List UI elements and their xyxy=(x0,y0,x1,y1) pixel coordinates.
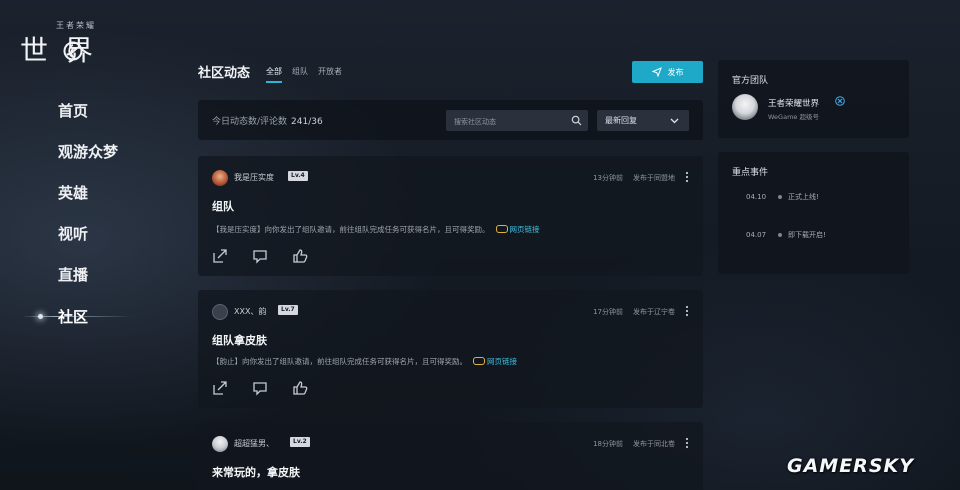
post-body-text: 【韵止】向你发出了组队邀请，前往组队完成任务可获得名片，且可得奖励。 xyxy=(212,357,467,366)
chevron-down-icon xyxy=(670,118,679,123)
post-source: 发布于同盟地 xyxy=(633,174,675,182)
post-time: 17分钟前 xyxy=(593,308,623,316)
logo: 王者荣耀 世 界 xyxy=(20,20,136,72)
level-badge: Lv.7 xyxy=(278,305,298,315)
search-icon[interactable] xyxy=(571,115,582,126)
key-events-panel: 重点事件 04.10 正式上线! 04.07 即下载开启! xyxy=(718,152,909,274)
official-team-panel: 官方团队 王者荣耀世界 WeGame 超级号 xyxy=(718,60,909,138)
search-box xyxy=(446,110,588,131)
web-link[interactable]: 网页链接 xyxy=(495,225,540,234)
nav-item-community-label: 社区 xyxy=(58,308,89,326)
post-meta: 17分钟前 发布于辽宁卷 xyxy=(593,307,675,317)
more-vertical-icon[interactable] xyxy=(685,437,689,449)
tab-team[interactable]: 组队 xyxy=(292,66,308,83)
nav-item-heroes[interactable]: 英雄 xyxy=(58,182,88,203)
comment-icon[interactable] xyxy=(252,248,268,264)
event-item[interactable]: 04.10 正式上线! xyxy=(746,192,819,202)
post-title[interactable]: 组队拿皮肤 xyxy=(212,332,267,348)
event-text: 正式上线! xyxy=(788,193,819,201)
web-link-label: 网页链接 xyxy=(509,225,540,234)
publish-button-label: 发布 xyxy=(667,67,684,77)
post-source: 发布于辽宁卷 xyxy=(633,308,675,316)
nav-item-live[interactable]: 直播 xyxy=(58,264,88,285)
search-input[interactable] xyxy=(452,113,566,130)
post-card[interactable]: 我是压实度 Lv.4 13分钟前 发布于同盟地 组队 【我是压实度】向你发出了组队… xyxy=(198,156,703,276)
share-icon[interactable] xyxy=(212,380,228,396)
more-vertical-icon[interactable] xyxy=(685,171,689,183)
official-account-desc: WeGame 超级号 xyxy=(768,113,819,121)
nav-item-community[interactable]: 社区 xyxy=(22,306,132,328)
publish-button[interactable]: 发布 xyxy=(632,61,703,83)
official-account-name[interactable]: 王者荣耀世界 xyxy=(768,97,819,109)
tab-all[interactable]: 全部 xyxy=(266,66,282,83)
avatar[interactable] xyxy=(212,436,228,452)
share-icon[interactable] xyxy=(212,248,228,264)
post-meta: 13分钟前 发布于同盟地 xyxy=(593,173,675,183)
post-meta: 18分钟前 发布于同北卷 xyxy=(593,439,675,449)
post-title[interactable]: 组队 xyxy=(212,198,234,214)
event-item[interactable]: 04.07 即下载开启! xyxy=(746,230,826,240)
panel-title: 重点事件 xyxy=(732,168,769,178)
verified-icon xyxy=(835,96,845,106)
event-date: 04.07 xyxy=(746,231,767,239)
active-indicator-dot xyxy=(38,314,43,319)
filter-bar: 今日动态数/评论数241/36 最新回复 xyxy=(198,100,703,140)
post-title[interactable]: 来常玩的，拿皮肤 xyxy=(212,464,300,480)
bullet-dot xyxy=(778,233,782,237)
watermark: GAMERSKY xyxy=(787,455,914,477)
avatar[interactable] xyxy=(212,170,228,186)
event-date: 04.10 xyxy=(746,193,767,201)
post-author[interactable]: 超超猛男、 xyxy=(234,438,274,449)
stats-value: 241/36 xyxy=(291,117,323,127)
post-body: 【我是压实度】向你发出了组队邀请，前往组队完成任务可获得名片，且可得奖励。 网页链… xyxy=(212,224,540,235)
web-link-label: 网页链接 xyxy=(487,357,517,366)
nav-item-guanyou[interactable]: 观游众梦 xyxy=(58,141,118,162)
post-body: 【韵止】向你发出了组队邀请，前往组队完成任务可获得名片，且可得奖励。 网页链接 xyxy=(212,356,517,367)
stats-text: 今日动态数/评论数 241/36 xyxy=(212,114,323,127)
post-author[interactable]: XXX、韵 xyxy=(234,306,266,317)
post-card[interactable]: XXX、韵 Lv.7 17分钟前 发布于辽宁卷 组队拿皮肤 【韵止】向你发出了组队… xyxy=(198,290,703,408)
stats-label: 今日动态数/评论数 xyxy=(212,117,288,127)
link-icon xyxy=(495,225,508,233)
post-source: 发布于同北卷 xyxy=(633,440,675,448)
comment-icon[interactable] xyxy=(252,380,268,396)
nav-item-media[interactable]: 视听 xyxy=(58,223,88,244)
panel-title: 官方团队 xyxy=(732,76,769,86)
event-text: 即下载开启! xyxy=(788,231,826,239)
like-icon[interactable] xyxy=(292,380,308,396)
logo-swirl-icon xyxy=(63,41,83,61)
nav-item-home[interactable]: 首页 xyxy=(58,100,88,121)
post-actions xyxy=(212,248,308,264)
level-badge: Lv.2 xyxy=(290,437,310,447)
link-icon xyxy=(473,357,485,365)
logo-title: 世 界 xyxy=(20,34,97,67)
paper-plane-icon xyxy=(651,67,662,77)
tab-developers[interactable]: 开放者 xyxy=(318,66,342,83)
post-card[interactable]: 超超猛男、 Lv.2 18分钟前 发布于同北卷 来常玩的，拿皮肤 xyxy=(198,422,703,490)
more-vertical-icon[interactable] xyxy=(685,305,689,317)
like-icon[interactable] xyxy=(292,248,308,264)
sort-dropdown[interactable]: 最新回复 xyxy=(597,110,689,131)
bullet-dot xyxy=(778,195,782,199)
logo-subtitle: 王者荣耀 xyxy=(56,21,96,30)
feed-tabs: 全部 组队 开放者 xyxy=(266,66,342,83)
post-time: 18分钟前 xyxy=(593,440,623,448)
level-badge: Lv.4 xyxy=(288,171,308,181)
avatar[interactable] xyxy=(732,94,758,120)
post-author[interactable]: 我是压实度 xyxy=(234,172,274,183)
web-link[interactable]: 网页链接 xyxy=(473,357,517,366)
post-time: 13分钟前 xyxy=(593,174,623,182)
page-title: 社区动态 xyxy=(198,66,251,81)
post-body-text: 【我是压实度】向你发出了组队邀请，前往组队完成任务可获得名片，且可得奖励。 xyxy=(212,225,490,234)
avatar[interactable] xyxy=(212,304,228,320)
post-actions xyxy=(212,380,308,396)
sort-dropdown-label: 最新回复 xyxy=(605,116,637,125)
